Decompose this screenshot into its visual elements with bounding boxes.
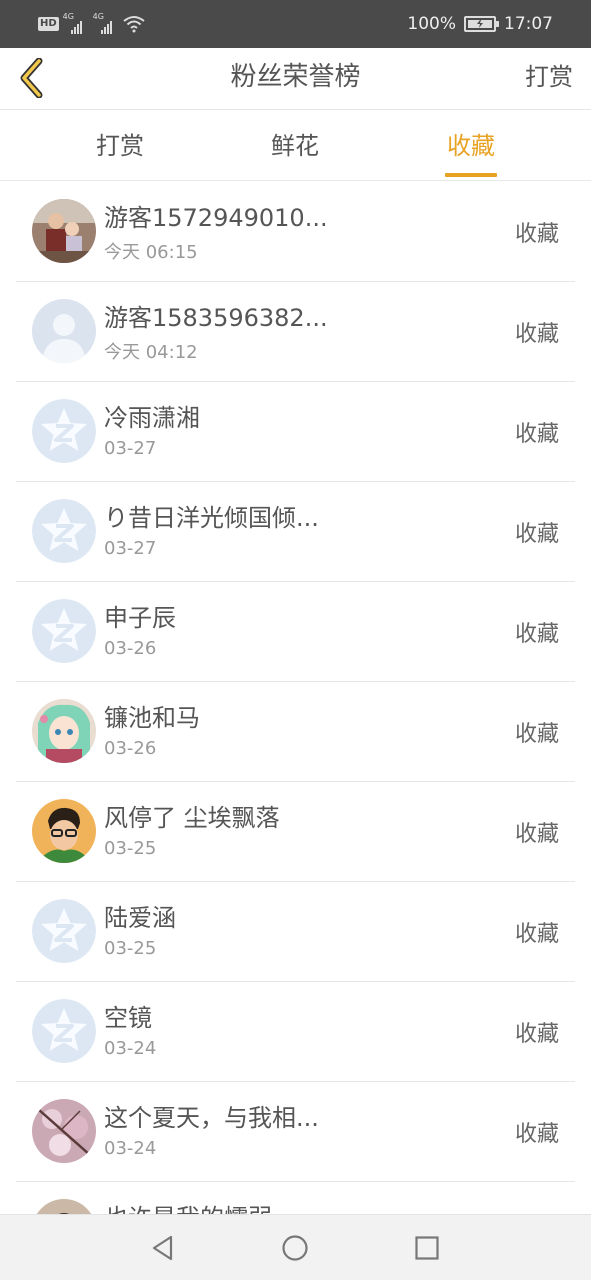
fan-time: 03-24: [104, 1138, 157, 1159]
fan-row[interactable]: 这个夏天，与我相... 03-24 收藏: [16, 1082, 575, 1182]
avatar[interactable]: [32, 299, 96, 363]
triangle-back-icon: [152, 1235, 173, 1261]
fan-action-label: 收藏: [514, 322, 559, 347]
avatar[interactable]: [32, 399, 96, 463]
circle-home-icon: [282, 1235, 308, 1261]
avatar[interactable]: [32, 1099, 96, 1163]
fan-name: 游客1572949010...: [104, 204, 328, 232]
fan-action-label: 收藏: [514, 722, 559, 747]
fan-time: 今天 06:15: [104, 242, 198, 263]
page-title: 粉丝荣誉榜: [230, 62, 361, 92]
fan-name: 风停了 尘埃飘落: [104, 804, 280, 832]
fan-row[interactable]: 陆爱涵 03-25 收藏: [16, 882, 575, 982]
fan-name: 申子辰: [104, 604, 176, 632]
tab-reward[interactable]: 打赏: [60, 111, 180, 181]
fan-name: 陆爱涵: [104, 904, 176, 932]
avatar[interactable]: [32, 999, 96, 1063]
chevron-left-icon: [20, 58, 43, 98]
status-bar: HD 4G 4G 100% 17:07: [0, 0, 591, 48]
system-nav-bar: [0, 1214, 591, 1280]
fan-name: り昔日洋光倾国倾...: [104, 504, 319, 532]
fan-action-label: 收藏: [514, 1022, 559, 1047]
signal-icon-2: 4G: [93, 12, 119, 34]
fan-row[interactable]: 申子辰 03-26 收藏: [16, 582, 575, 682]
fan-row[interactable]: 冷雨潇湘 03-27 收藏: [16, 382, 575, 482]
status-right: 100% 17:07: [407, 14, 553, 34]
tab-bar: 打赏 鲜花 收藏: [0, 111, 591, 181]
fan-row[interactable]: 空镜 03-24 收藏: [16, 982, 575, 1082]
tab-favorites[interactable]: 收藏: [411, 111, 531, 181]
fan-row[interactable]: 镰池和马 03-26 收藏: [16, 682, 575, 782]
fan-row[interactable]: 风停了 尘埃飘落 03-25 收藏: [16, 782, 575, 882]
fan-time: 今天 04:12: [104, 342, 198, 363]
fan-list[interactable]: 游客1572949010... 今天 06:15 收藏 游客1583596382...…: [0, 182, 591, 1214]
fan-action-label: 收藏: [514, 422, 559, 447]
fan-time: 03-27: [104, 438, 157, 459]
fan-name: 这个夏天，与我相...: [104, 1104, 319, 1132]
hd-badge: HD: [38, 17, 59, 31]
fan-time: 03-25: [104, 938, 157, 959]
back-button[interactable]: [12, 56, 52, 100]
fan-row[interactable]: 游客1583596382... 今天 04:12 收藏: [16, 282, 575, 382]
avatar[interactable]: [32, 899, 96, 963]
fan-action-label: 收藏: [514, 822, 559, 847]
fan-action-label: 收藏: [514, 922, 559, 947]
signal-icon: 4G: [63, 12, 89, 34]
fan-action-label: 收藏: [514, 222, 559, 247]
fan-action-label: 收藏: [514, 522, 559, 547]
wifi-icon: [123, 16, 145, 33]
square-recents-icon: [415, 1236, 439, 1260]
fan-time: 03-25: [104, 838, 157, 859]
fan-name: 也许是我的懦弱: [104, 1198, 272, 1214]
fan-row[interactable]: 也许是我的懦弱收藏: [16, 1182, 575, 1214]
title-bar: 粉丝荣誉榜 打赏: [0, 48, 591, 110]
avatar[interactable]: [32, 499, 96, 563]
fan-action-label: 收藏: [514, 622, 559, 647]
avatar[interactable]: [32, 799, 96, 863]
fan-time: 03-24: [104, 1038, 157, 1059]
avatar[interactable]: [32, 199, 96, 263]
recents-nav-button[interactable]: [412, 1233, 442, 1263]
battery-icon: [464, 16, 499, 32]
status-left: HD 4G 4G: [38, 12, 145, 34]
tab-indicator: [445, 173, 497, 177]
fan-row[interactable]: 游客1572949010... 今天 06:15 收藏: [16, 182, 575, 282]
tab-flowers[interactable]: 鲜花: [235, 111, 355, 181]
clock: 17:07: [504, 14, 553, 34]
fan-time: 03-26: [104, 738, 157, 759]
home-nav-button[interactable]: [280, 1233, 310, 1263]
fan-name: 冷雨潇湘: [104, 404, 200, 432]
fan-action-label: 收藏: [514, 1122, 559, 1147]
fan-row[interactable]: り昔日洋光倾国倾... 03-27 收藏: [16, 482, 575, 582]
avatar[interactable]: [32, 699, 96, 763]
fan-name: 游客1583596382...: [104, 304, 328, 332]
avatar[interactable]: [32, 1199, 96, 1214]
battery-percent: 100%: [407, 14, 456, 34]
fan-time: 03-27: [104, 538, 157, 559]
fan-name: 镰池和马: [104, 704, 200, 732]
reward-button[interactable]: 打赏: [525, 48, 573, 110]
fan-time: 03-26: [104, 638, 157, 659]
fan-name: 空镜: [104, 1004, 152, 1032]
avatar[interactable]: [32, 599, 96, 663]
back-nav-button[interactable]: [148, 1233, 178, 1263]
